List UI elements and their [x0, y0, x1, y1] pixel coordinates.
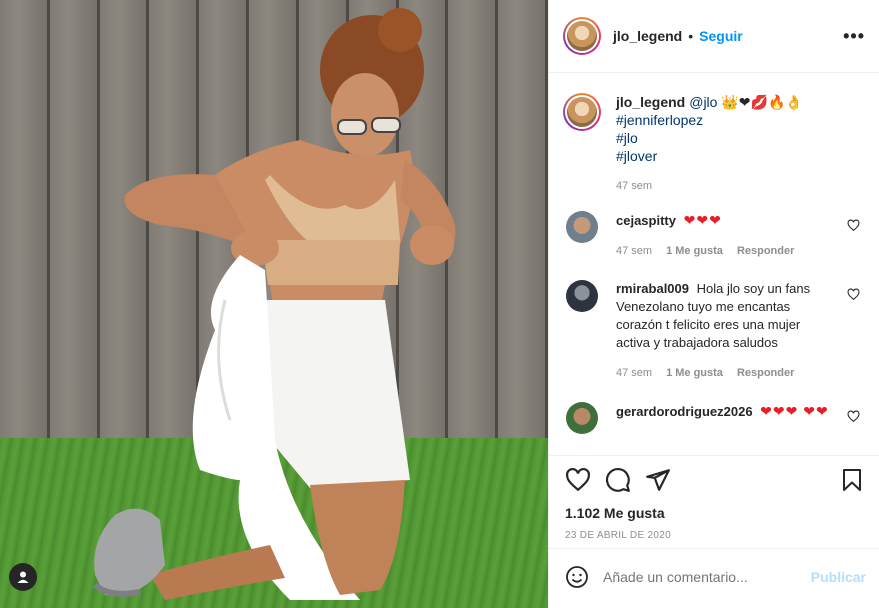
- likes-count[interactable]: 1.102 Me gusta: [565, 505, 864, 521]
- post-details-panel: jlo_legend • Seguir ••• jlo_legend @jlo 👑…: [548, 0, 879, 608]
- comment-time[interactable]: 47 sem: [616, 364, 652, 382]
- like-heart-icon[interactable]: [565, 467, 591, 493]
- comment-item: rmirabal009 Hola jlo soy un fans Venezol…: [563, 280, 866, 382]
- caption-username[interactable]: jlo_legend: [616, 94, 685, 110]
- hashtag-link[interactable]: #jlo: [616, 129, 803, 147]
- comment-item: cejaspitty ❤❤❤ 47 sem 1 Me gusta Respond…: [563, 211, 866, 260]
- profile-avatar[interactable]: [563, 17, 601, 55]
- commenter-avatar[interactable]: [566, 280, 598, 312]
- comment-item: gerardorodriguez2026 ❤❤❤ ❤❤: [563, 402, 866, 434]
- share-send-icon[interactable]: [645, 467, 671, 493]
- caption-time[interactable]: 47 sem: [616, 177, 652, 195]
- save-bookmark-icon[interactable]: [840, 467, 864, 493]
- publish-button[interactable]: Publicar: [811, 569, 866, 585]
- comment-text: ❤❤❤ ❤❤: [760, 403, 829, 419]
- post-header: jlo_legend • Seguir •••: [549, 0, 879, 73]
- commenter-avatar[interactable]: [566, 211, 598, 243]
- comment-bubble-icon[interactable]: [605, 467, 631, 493]
- comment-text: ❤❤❤: [683, 212, 722, 228]
- hashtag-link[interactable]: #jlover: [616, 147, 803, 165]
- comments-section[interactable]: jlo_legend @jlo 👑❤💋🔥👌 #jenniferlopez #jlo…: [549, 73, 879, 455]
- add-comment-row: Publicar: [549, 548, 879, 604]
- caption-avatar[interactable]: [563, 93, 601, 131]
- commenter-avatar[interactable]: [566, 402, 598, 434]
- emoji-icon[interactable]: [565, 565, 589, 589]
- woman-kneeling-figure: [93, 8, 456, 600]
- post-actions: 1.102 Me gusta 23 DE ABRIL DE 2020: [549, 455, 879, 541]
- comment-likes[interactable]: 1 Me gusta: [666, 364, 723, 382]
- post-photo[interactable]: [0, 0, 548, 608]
- post-date[interactable]: 23 DE ABRIL DE 2020: [565, 530, 864, 541]
- post-caption: jlo_legend @jlo 👑❤💋🔥👌 #jenniferlopez #jlo…: [563, 73, 866, 195]
- hashtag-link[interactable]: #jenniferlopez: [616, 111, 803, 129]
- caption-body: jlo_legend @jlo 👑❤💋🔥👌 #jenniferlopez #jlo…: [616, 93, 803, 195]
- comment-username[interactable]: rmirabal009: [616, 281, 689, 296]
- comment-time[interactable]: 47 sem: [616, 242, 652, 260]
- more-options-icon[interactable]: •••: [843, 26, 865, 47]
- comment-username[interactable]: cejaspitty: [616, 213, 676, 228]
- follow-button[interactable]: Seguir: [699, 28, 743, 44]
- like-comment-heart-icon[interactable]: [847, 288, 860, 301]
- comment-input[interactable]: [603, 568, 811, 585]
- caption-mention[interactable]: @jlo: [689, 94, 717, 110]
- comment-username[interactable]: gerardorodriguez2026: [616, 404, 753, 419]
- like-comment-heart-icon[interactable]: [847, 410, 860, 423]
- like-comment-heart-icon[interactable]: [847, 219, 860, 232]
- tagged-user-icon[interactable]: [9, 563, 37, 591]
- header-username[interactable]: jlo_legend: [613, 28, 682, 44]
- comment-likes[interactable]: 1 Me gusta: [666, 242, 723, 260]
- reply-button[interactable]: Responder: [737, 364, 794, 382]
- reply-button[interactable]: Responder: [737, 242, 794, 260]
- separator-dot: •: [688, 28, 694, 44]
- caption-emojis: 👑❤💋🔥👌: [721, 94, 803, 110]
